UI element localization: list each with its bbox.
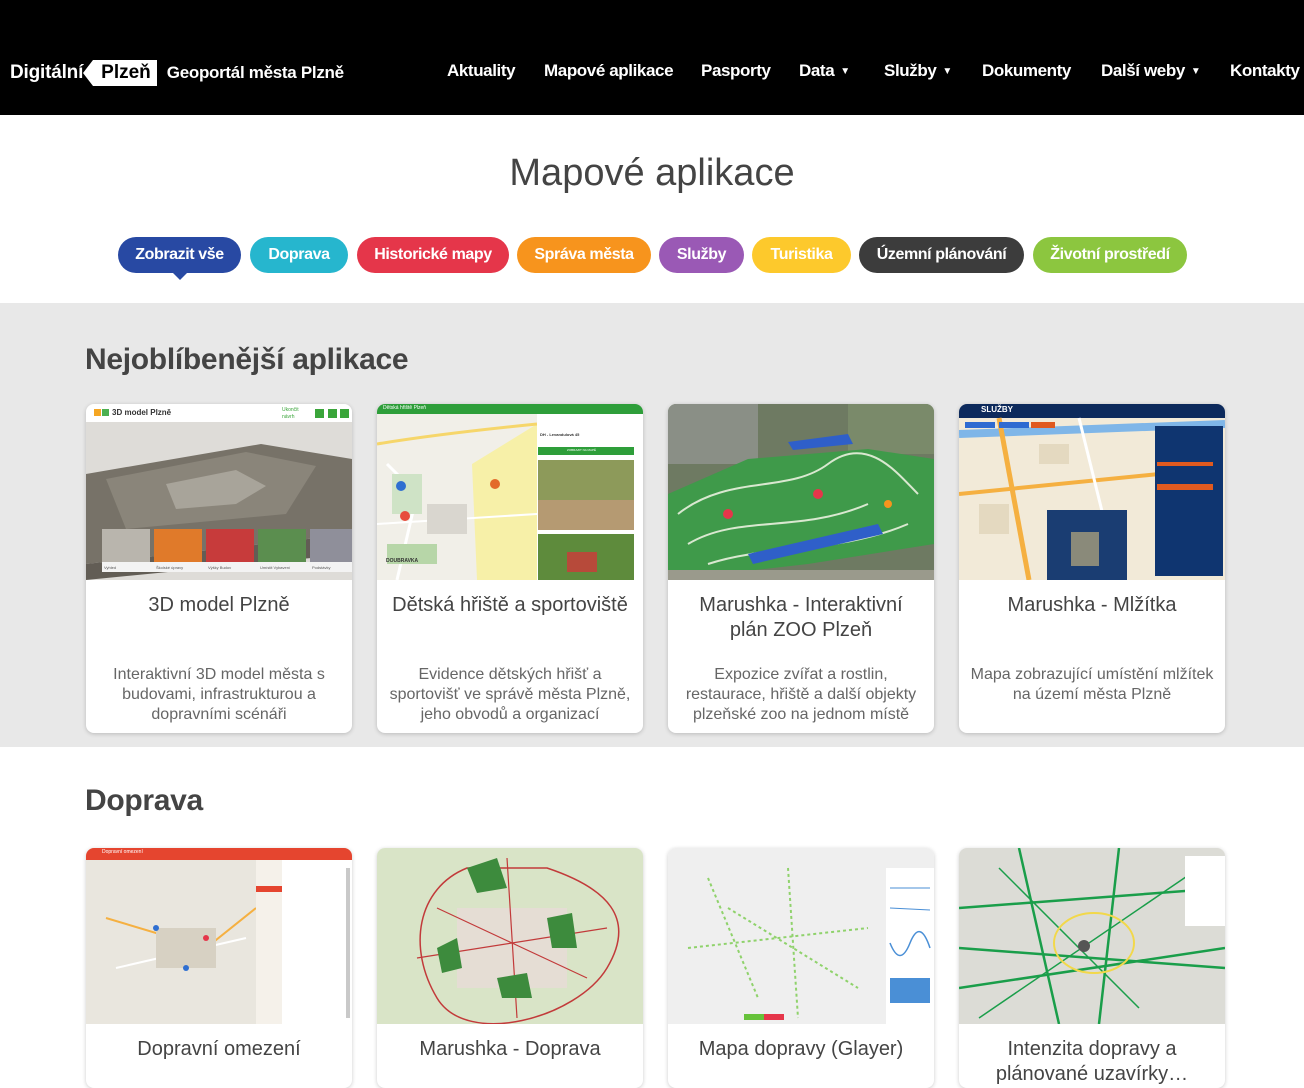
- card-title: Marushka - Interaktivní plán ZOO Plzeň: [699, 594, 903, 641]
- popular-section: Nejoblíbenější aplikace 3D model Plzně U…: [0, 303, 1304, 747]
- filter-turistika[interactable]: Turistika: [752, 237, 851, 273]
- card-description: Expozice zvířat a rostlin, restaurace, h…: [685, 666, 917, 723]
- filter-uzemni-planovani[interactable]: Územní plánování: [859, 237, 1024, 273]
- app-card-marushka-zoo[interactable]: Marushka - Interaktivní plán ZOO Plzeň E…: [668, 404, 934, 733]
- card-description: Mapa zobrazující umístění mlžítek na úze…: [970, 666, 1214, 703]
- filter-historicke-mapy[interactable]: Historické mapy: [357, 237, 509, 273]
- traffic-glayer-thumbnail: [668, 848, 934, 1024]
- thumb-item-text: DH - Levandulová 45: [540, 432, 580, 437]
- section-title-popular: Nejoblíbenější aplikace: [85, 343, 409, 376]
- section-title-doprava: Doprava: [85, 784, 203, 817]
- page-title: Mapové aplikace: [509, 152, 795, 194]
- card-description: Interaktivní 3D model města s budovami, …: [113, 666, 325, 723]
- nav-sluzby[interactable]: Služby ▼: [884, 61, 952, 81]
- category-filters: Zobrazit vše Doprava Historické mapy Spr…: [0, 237, 1304, 280]
- app-card-dopravni-omezeni[interactable]: Dopravní omezení Dopravní omezení: [86, 848, 352, 1088]
- main-nav: Aktuality Mapové aplikace Pasporty Data ▼…: [0, 61, 1304, 85]
- playgrounds-map-thumbnail: Dětská hřiště Plzeň DH - Levandulová 45 …: [377, 404, 643, 580]
- nav-dokumenty[interactable]: Dokumenty: [982, 61, 1071, 81]
- caret-down-icon: ▼: [840, 66, 850, 77]
- traffic-intensity-thumbnail: [959, 848, 1225, 1024]
- card-title: 3D model Plzně: [148, 594, 290, 616]
- transport-network-thumbnail: [377, 848, 643, 1024]
- thumb-header-text: 3D model Plzně: [112, 408, 172, 417]
- thumb-tile-label: Podstávky: [312, 565, 331, 570]
- thumb-link-text: Ukončit návrh: [282, 407, 299, 420]
- mist-sprayers-map-thumbnail: SLUŽBY: [959, 404, 1225, 580]
- card-title: Marushka - Mlžítka: [1007, 594, 1177, 616]
- caret-down-icon: ▼: [942, 66, 952, 77]
- card-description: Evidence dětských hřišť a sportovišť ve …: [389, 666, 631, 723]
- card-title: Mapa dopravy (Glayer): [698, 1038, 904, 1060]
- thumb-header-text: Dopravní omezení: [102, 849, 143, 855]
- thumb-button-text: ZOBRAZIT NA MAPĚ: [567, 448, 596, 452]
- nav-aktuality[interactable]: Aktuality: [447, 61, 516, 81]
- 3d-model-thumbnail: 3D model Plzně Ukončit návrh Vyhled Škol…: [86, 404, 352, 580]
- traffic-restrictions-thumbnail: Dopravní omezení: [86, 848, 352, 1024]
- thumb-tile-label: Vyhled: [104, 565, 117, 570]
- app-card-intenzita-dopravy[interactable]: Intenzita dopravy a plánované uzavírky…: [959, 848, 1225, 1088]
- card-title: Dětská hřiště a sportoviště: [392, 594, 628, 616]
- app-card-marushka-mlzitka[interactable]: SLUŽBY Marushka - Mlžítka Mapa zobrazují…: [959, 404, 1225, 733]
- nav-kontakty[interactable]: Kontakty: [1230, 61, 1300, 81]
- nav-pasporty[interactable]: Pasporty: [701, 61, 771, 81]
- card-title: Marushka - Doprava: [419, 1038, 601, 1060]
- thumb-tile-label: Umístit Vybavení: [260, 565, 291, 570]
- app-card-marushka-doprava[interactable]: Marushka - Doprava: [377, 848, 643, 1088]
- caret-down-icon: ▼: [1190, 66, 1201, 77]
- nav-data[interactable]: Data ▼: [799, 61, 850, 81]
- card-title: Dopravní omezení: [137, 1038, 301, 1060]
- filter-zivotni-prostredi[interactable]: Životní prostředí: [1033, 237, 1187, 273]
- thumb-header-text: SLUŽBY: [981, 405, 1013, 414]
- nav-dalsi-weby[interactable]: Další weby ▼: [1101, 61, 1201, 81]
- top-navigation-bar: Digitální Plzeň Geoportál města Plzně Ak…: [0, 0, 1304, 115]
- filter-all[interactable]: Zobrazit vše: [118, 237, 241, 280]
- app-card-mapa-dopravy-glayer[interactable]: Mapa dopravy (Glayer): [668, 848, 934, 1088]
- app-card-detska-hriste[interactable]: Dětská hřiště Plzeň DH - Levandulová 45 …: [377, 404, 643, 733]
- thumb-tile-label: Školské úpravy: [156, 565, 184, 570]
- thumb-tile-label: Výšky Budov: [208, 565, 232, 570]
- filter-doprava[interactable]: Doprava: [250, 237, 348, 273]
- zoo-aerial-thumbnail: [668, 404, 934, 580]
- thumb-place-text: DOUBRAVKA: [386, 558, 419, 564]
- nav-mapove-aplikace[interactable]: Mapové aplikace: [544, 61, 674, 81]
- thumb-header-text: Dětská hřiště Plzeň: [383, 405, 427, 411]
- filter-sluzby[interactable]: Služby: [659, 237, 744, 273]
- card-title: Intenzita dopravy a plánované uzavírky…: [995, 1038, 1189, 1085]
- app-card-3d-model[interactable]: 3D model Plzně Ukončit návrh Vyhled Škol…: [86, 404, 352, 733]
- filter-sprava-mesta[interactable]: Správa města: [517, 237, 651, 273]
